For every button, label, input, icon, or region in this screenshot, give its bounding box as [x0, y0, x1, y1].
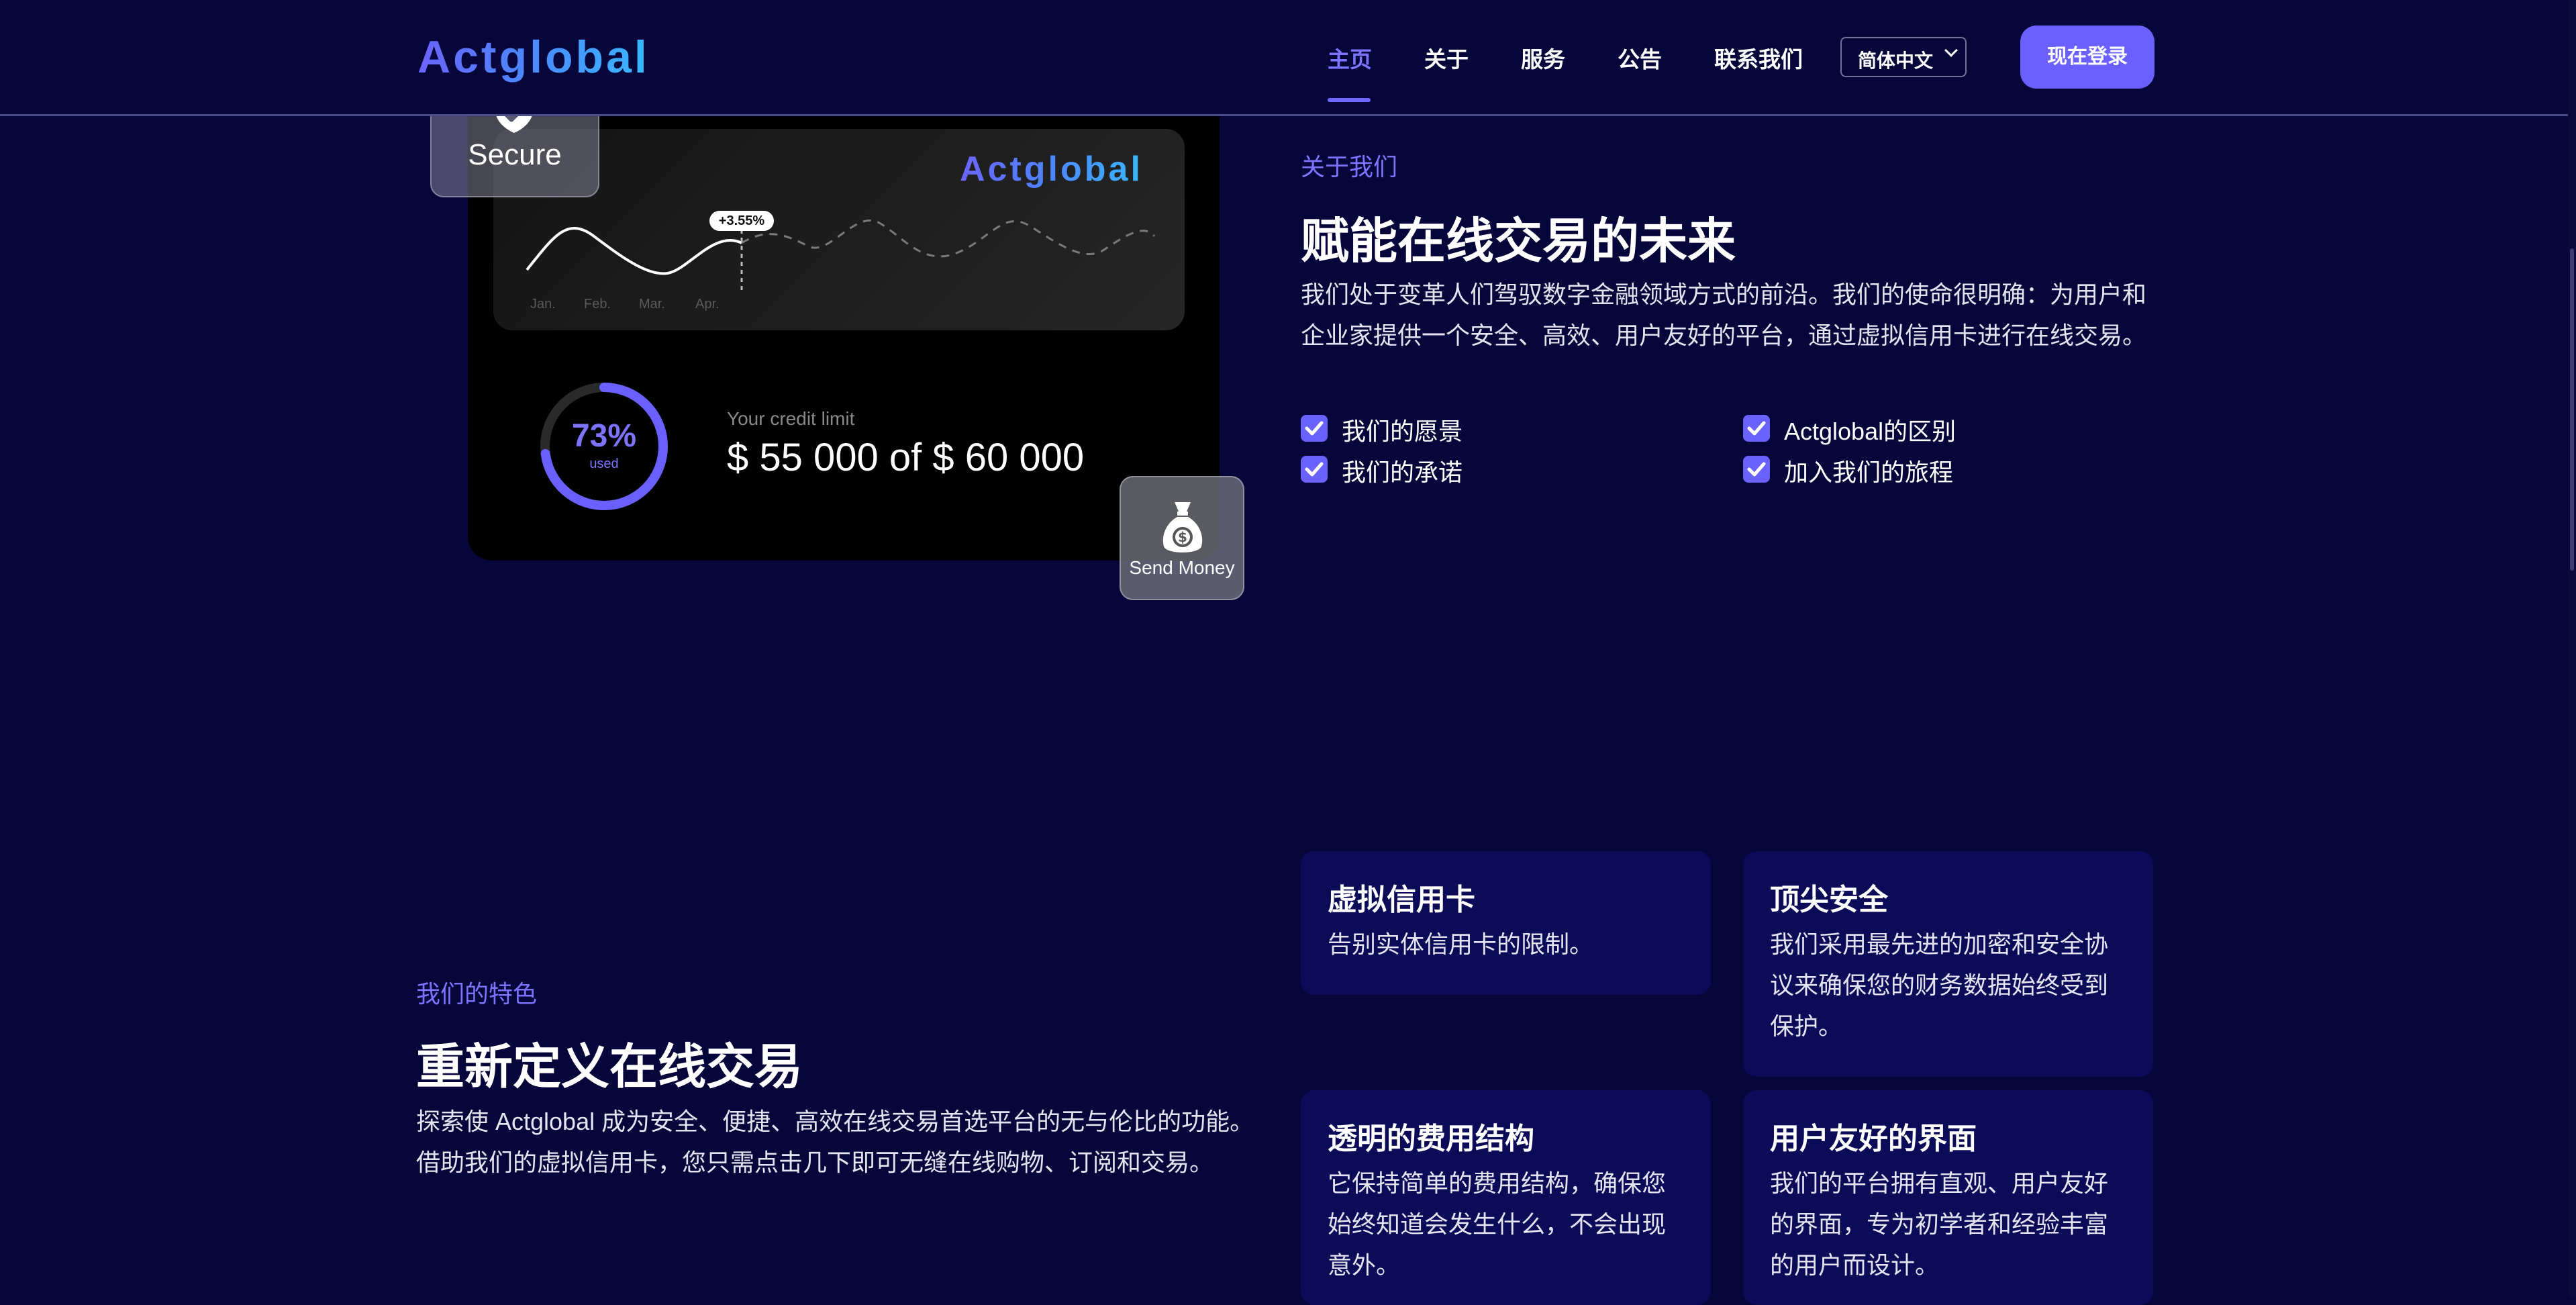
nav-item-home[interactable]: 主页: [1328, 42, 1372, 74]
site-logo[interactable]: Actglobal: [417, 31, 650, 83]
card-brand-logo: Actglobal: [960, 150, 1143, 189]
features-title: 重新定义在线交易: [416, 1041, 803, 1094]
money-bag-icon: $: [1162, 502, 1203, 552]
language-select[interactable]: 简体中文: [1840, 37, 1967, 77]
page-scrollbar[interactable]: [2568, 0, 2576, 1297]
month-label: Apr.: [695, 297, 720, 311]
feature-card-desc: 我们的平台拥有直观、用户友好 的界面，专为初学者和经验丰富 的用户而设计。: [1770, 1169, 2109, 1279]
feature-card-security: 顶尖安全 我们采用最先进的加密和安全协 议来确保您的财务数据始终受到 保护。: [1743, 851, 2153, 1077]
feature-card-desc: 我们采用最先进的加密和安全协 议来确保您的财务数据始终受到 保护。: [1770, 930, 2109, 1040]
login-button[interactable]: 现在登录: [2020, 26, 2154, 89]
active-nav-indicator: [1328, 98, 1371, 102]
month-label: Mar.: [639, 297, 665, 311]
checklist-item-label: 加入我们的旅程: [1784, 458, 1954, 486]
feature-card-title: 虚拟信用卡: [1328, 883, 1475, 916]
feature-card-title: 用户友好的界面: [1770, 1122, 1977, 1155]
feature-card-interface: 用户友好的界面 我们的平台拥有直观、用户友好 的界面，专为初学者和经验丰富 的用…: [1743, 1090, 2153, 1305]
trend-line-projected: [741, 220, 1156, 258]
checkbox-checked-icon: [1301, 415, 1328, 442]
feature-card-title: 顶尖安全: [1770, 883, 1888, 916]
checkbox-checked-icon: [1743, 415, 1770, 442]
checklist-item-label: 我们的愿景: [1342, 418, 1463, 445]
features-paragraph-line: 借助我们的虚拟信用卡，您只需点击几下即可无缝在线购物、订阅和交易。: [416, 1149, 1214, 1176]
checkbox-checked-icon: [1743, 456, 1770, 483]
checkbox-checked-icon: [1301, 456, 1328, 483]
checklist-item-label: Actglobal的区别: [1784, 418, 1956, 445]
about-paragraph-line: 我们处于变革人们驾驭数字金融领域方式的前沿。我们的使命很明确：为用户和: [1301, 281, 2147, 308]
month-label: Jan.: [530, 297, 556, 311]
checklist-item-label: 我们的承诺: [1342, 458, 1463, 486]
secure-label: Secure: [468, 138, 562, 171]
top-navigation-bar: Actglobal 主页 关于 服务 公告 联系我们 简体中文 现在登录: [0, 0, 2576, 116]
nav-item-announcements[interactable]: 公告: [1618, 42, 1662, 74]
month-label: Feb.: [584, 297, 611, 311]
features-paragraph-line: 探索使 Actglobal 成为安全、便捷、高效在线交易首选平台的无与伦比的功能…: [416, 1108, 1254, 1135]
feature-card-desc: 它保持简单的费用结构，确保您 始终知道会发生什么，不会出现 意外。: [1328, 1169, 1667, 1279]
feature-card-virtual-card: 虚拟信用卡 告别实体信用卡的限制。: [1301, 851, 1711, 995]
scrollbar-thumb[interactable]: [2570, 248, 2574, 571]
credit-limit-label: Your credit limit: [727, 408, 855, 429]
feature-card-desc: 告别实体信用卡的限制。: [1328, 930, 1594, 958]
about-eyebrow: 关于我们: [1301, 153, 1398, 181]
feature-card-fees: 透明的费用结构 它保持简单的费用结构，确保您 始终知道会发生什么，不会出现 意外…: [1301, 1090, 1711, 1305]
usage-percent: 73%: [571, 418, 637, 454]
about-paragraph-line: 企业家提供一个安全、高效、用户友好的平台，通过虚拟信用卡进行在线交易。: [1301, 322, 2147, 349]
features-paragraph: 探索使 Actglobal 成为安全、便捷、高效在线交易首选平台的无与伦比的功能…: [416, 1101, 1289, 1183]
credit-limit-value: $ 55 000 of $ 60 000: [727, 436, 1085, 479]
trend-line-actual: [526, 227, 742, 275]
nav-item-contact[interactable]: 联系我们: [1714, 42, 1803, 74]
change-badge: +3.55%: [709, 211, 774, 231]
svg-text:$: $: [1178, 529, 1187, 545]
features-eyebrow: 我们的特色: [416, 980, 538, 1008]
nav-item-about[interactable]: 关于: [1424, 42, 1469, 74]
about-title: 赋能在线交易的未来: [1301, 215, 1736, 269]
send-money-label: Send Money: [1129, 557, 1235, 578]
about-paragraph: 我们处于变革人们驾驭数字金融领域方式的前沿。我们的使命很明确：为用户和 企业家提…: [1301, 274, 2173, 356]
nav-item-services[interactable]: 服务: [1521, 42, 1565, 74]
feature-card-title: 透明的费用结构: [1328, 1122, 1534, 1155]
usage-caption: used: [589, 456, 619, 471]
